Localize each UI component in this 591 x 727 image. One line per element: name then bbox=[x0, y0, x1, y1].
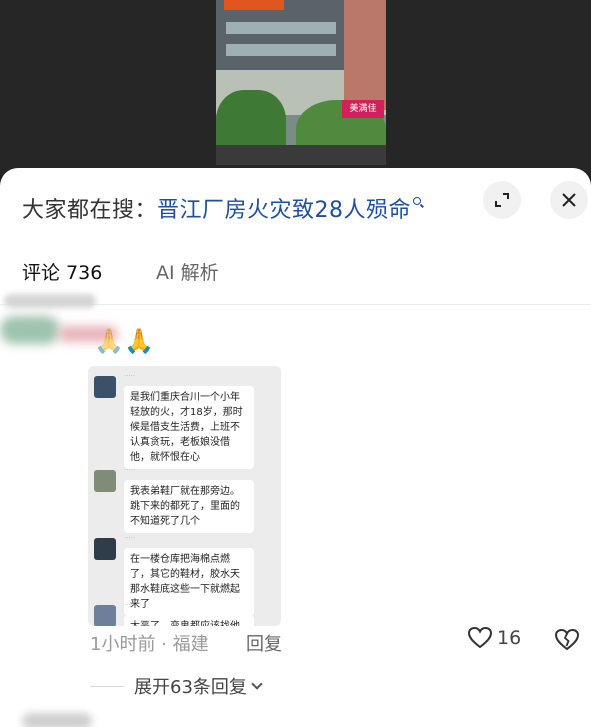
chat-sender: ····· bbox=[124, 466, 136, 474]
avatar bbox=[94, 605, 116, 626]
expand-replies-label: 展开63条回复 bbox=[134, 677, 247, 698]
comments-sheet: 大家都在搜：晋江厂房火灾致28人殒命 评论 736 AI 解析 🙏 🙏 ····… bbox=[0, 168, 591, 727]
chat-message: ····· 是我们重庆合川一个小年轻放的火，才18岁，那时候是借支生活费，上班不… bbox=[94, 372, 279, 469]
chat-bubble: 我表弟鞋厂就在那旁边。跳下来的都死了，里面的不知道死了几个 bbox=[124, 480, 254, 533]
like-count: 16 bbox=[497, 627, 522, 649]
building-window-row bbox=[226, 44, 336, 56]
expand-replies[interactable]: 展开63条回复 bbox=[90, 673, 263, 699]
video-thumbnail[interactable]: 美满佳 bbox=[216, 0, 386, 165]
avatar bbox=[94, 376, 116, 398]
broken-heart-icon bbox=[554, 628, 580, 651]
trending-search-term[interactable]: 晋江厂房火灾致28人殒命 bbox=[157, 198, 411, 223]
trending-search-prefix: 大家都在搜： bbox=[22, 198, 158, 223]
trending-search[interactable]: 大家都在搜：晋江厂房火灾致28人殒命 bbox=[22, 192, 424, 224]
close-button[interactable] bbox=[550, 181, 588, 219]
next-comment-blurred bbox=[22, 713, 92, 727]
search-icon[interactable] bbox=[413, 197, 424, 208]
comment-image[interactable]: ····· 是我们重庆合川一个小年轻放的火，才18岁，那时候是借支生活费，上班不… bbox=[88, 366, 281, 626]
chat-sender: ····· bbox=[124, 601, 136, 609]
tab-comments[interactable]: 评论 736 bbox=[22, 258, 102, 285]
chat-sender: ····· bbox=[124, 372, 136, 380]
chat-message: ····· 在一楼仓库把海棉点燃了，其它的鞋材，胶水天那水鞋底这些一下就燃起来了 bbox=[94, 534, 279, 616]
pray-emoji: 🙏 bbox=[94, 327, 124, 355]
avatar bbox=[94, 538, 116, 560]
chat-message: ····· 我表弟鞋厂就在那旁边。跳下来的都死了，里面的不知道死了几个 bbox=[94, 466, 279, 533]
expand-icon bbox=[495, 193, 509, 207]
roof-strip bbox=[216, 145, 386, 165]
expand-divider bbox=[90, 685, 124, 687]
close-icon bbox=[562, 193, 576, 207]
comment-meta: 1小时前 · 福建 bbox=[90, 634, 209, 655]
chat-message: ····· 太恶了，变鬼都应该找他 bbox=[94, 601, 279, 626]
heart-icon bbox=[467, 626, 493, 649]
brick-wall bbox=[344, 0, 386, 110]
building-window-row bbox=[226, 22, 336, 34]
chat-sender: ····· bbox=[124, 534, 136, 542]
chat-bubble: 是我们重庆合川一个小年轻放的火，才18岁，那时候是借支生活费，上班不认真贪玩，老… bbox=[124, 386, 254, 469]
tab-ai-analysis[interactable]: AI 解析 bbox=[156, 258, 219, 285]
chat-bubble: 太恶了，变鬼都应该找他 bbox=[124, 615, 254, 626]
chevron-down-icon bbox=[251, 677, 263, 690]
reply-button[interactable]: 回复 bbox=[246, 630, 282, 656]
fire-glow bbox=[224, 0, 284, 10]
dislike-button[interactable] bbox=[554, 628, 580, 656]
pray-emoji: 🙏 bbox=[124, 327, 154, 355]
avatar bbox=[94, 470, 116, 492]
shop-sign: 美满佳 bbox=[342, 100, 384, 118]
like-button[interactable]: 16 bbox=[467, 626, 521, 650]
video-backdrop: 美满佳 bbox=[0, 0, 591, 175]
expand-button[interactable] bbox=[483, 181, 521, 219]
